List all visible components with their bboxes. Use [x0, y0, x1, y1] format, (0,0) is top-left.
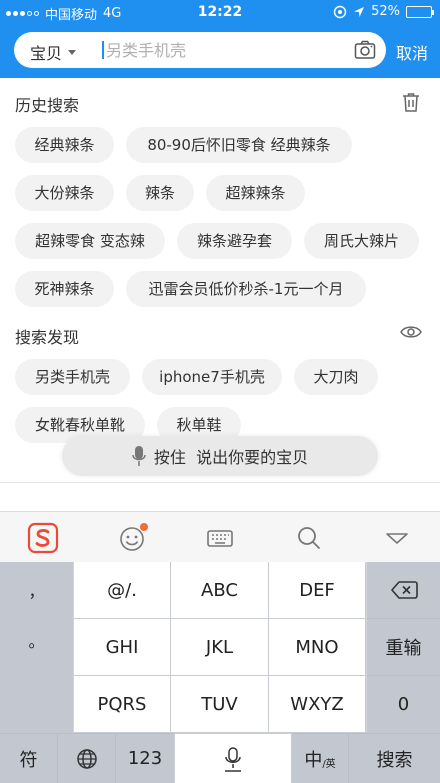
- backspace-icon: [390, 581, 418, 599]
- keyboard: ， 。 ？ ！ @/. ABC DEF GHI JKL MNO PQRS TUV…: [0, 562, 440, 783]
- search-key[interactable]: 搜索: [349, 733, 440, 783]
- discover-tag[interactable]: 大刀肉: [294, 359, 378, 395]
- discover-tag[interactable]: iphone7手机壳: [142, 359, 282, 395]
- search-box: 宝贝: [14, 32, 386, 68]
- history-tag[interactable]: 辣条: [126, 175, 194, 211]
- globe-icon: [76, 748, 97, 769]
- symbol-key[interactable]: 符: [0, 733, 58, 783]
- search-scope-label: 宝贝: [30, 44, 63, 63]
- header-bar: 中国移动 4G 12:22 52% 宝贝 取消: [0, 0, 440, 78]
- history-tag[interactable]: 超辣辣条: [206, 175, 305, 211]
- history-tag[interactable]: 辣条避孕套: [177, 223, 292, 259]
- status-bar: 中国移动 4G 12:22 52%: [0, 0, 440, 26]
- backspace-key[interactable]: [367, 562, 440, 619]
- location-arrow-icon: [354, 6, 365, 17]
- status-right: 52%: [333, 4, 434, 19]
- punctuation-key[interactable]: ，: [0, 562, 73, 618]
- microphone-icon: [225, 746, 241, 772]
- number-key[interactable]: 123: [116, 733, 174, 783]
- language-switch-key[interactable]: 中/英: [292, 733, 349, 783]
- history-tag[interactable]: 经典辣条: [15, 127, 114, 163]
- key-tuv[interactable]: TUV: [171, 676, 269, 733]
- divider: [0, 482, 440, 483]
- keyboard-toolbar: [0, 511, 440, 562]
- key-abc[interactable]: ABC: [171, 562, 269, 619]
- space-voice-key[interactable]: [174, 733, 292, 783]
- emoji-button[interactable]: [116, 522, 148, 554]
- voice-search-label: 按住 说出你要的宝贝: [153, 448, 309, 467]
- key-symbols[interactable]: @/.: [74, 562, 171, 619]
- trash-icon[interactable]: [402, 92, 420, 112]
- history-tag[interactable]: 周氏大辣片: [304, 223, 419, 259]
- battery-icon: [406, 5, 434, 18]
- key-ghi[interactable]: GHI: [74, 619, 171, 676]
- text-cursor: [102, 41, 104, 59]
- collapse-keyboard-icon[interactable]: [381, 522, 413, 554]
- chevron-down-icon: [68, 49, 77, 55]
- keyboard-icon[interactable]: [204, 522, 236, 554]
- reinput-key[interactable]: 重输: [367, 619, 440, 676]
- battery-percent: 52%: [371, 4, 400, 19]
- key-pqrs[interactable]: PQRS: [74, 676, 171, 733]
- history-tag[interactable]: 大份辣条: [15, 175, 114, 211]
- globe-key[interactable]: [58, 733, 116, 783]
- history-tag[interactable]: 80-90后怀旧零食 经典辣条: [126, 127, 352, 163]
- search-scope-dropdown[interactable]: 宝贝: [30, 40, 77, 64]
- history-tag[interactable]: 死神辣条: [15, 271, 114, 307]
- rotation-lock-icon: [333, 5, 347, 18]
- language-sub-label: /英: [322, 759, 336, 770]
- key-jkl[interactable]: JKL: [171, 619, 269, 676]
- zero-key[interactable]: 0: [367, 676, 440, 733]
- eye-icon[interactable]: [400, 324, 422, 340]
- discover-title: 搜索发现: [15, 328, 80, 347]
- voice-search-button[interactable]: 按住 说出你要的宝贝: [62, 436, 378, 476]
- key-def[interactable]: DEF: [269, 562, 366, 619]
- key-wxyz[interactable]: WXYZ: [269, 676, 366, 733]
- key-mno[interactable]: MNO: [269, 619, 366, 676]
- language-main-label: 中: [304, 749, 323, 771]
- punctuation-key[interactable]: 。: [0, 612, 73, 668]
- microphone-icon: [132, 446, 146, 466]
- history-title: 历史搜索: [15, 96, 80, 115]
- search-icon[interactable]: [293, 522, 325, 554]
- history-tag[interactable]: 超辣零食 变态辣: [15, 223, 165, 259]
- sogou-logo-icon[interactable]: [27, 522, 59, 554]
- history-tag[interactable]: 迅雷会员低价秒杀-1元一个月: [126, 271, 366, 307]
- discover-tag[interactable]: 另类手机壳: [15, 359, 130, 395]
- camera-icon[interactable]: [354, 39, 376, 61]
- cancel-button[interactable]: 取消: [396, 40, 428, 64]
- search-input[interactable]: [106, 38, 356, 62]
- notification-dot: [140, 523, 148, 531]
